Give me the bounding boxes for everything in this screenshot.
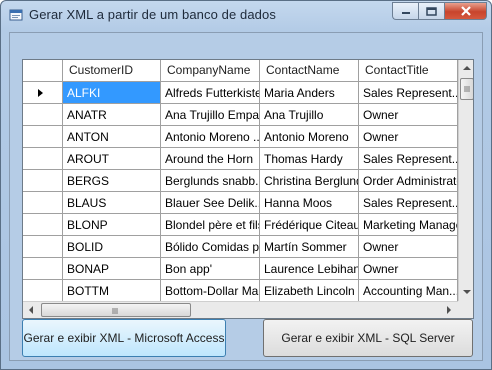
cell-customerid[interactable]: ALFKI — [63, 82, 161, 104]
cell-contactname[interactable]: Hanna Moos — [260, 192, 359, 214]
cell-companyname[interactable]: Ana Trujillo Empa... — [161, 104, 260, 126]
cell-contactname[interactable]: Thomas Hardy — [260, 148, 359, 170]
close-icon — [460, 6, 471, 16]
column-header-contacttitle[interactable]: ContactTitle — [359, 60, 458, 82]
cell-customerid[interactable]: ANTON — [63, 126, 161, 148]
cell-customerid[interactable]: BOLID — [63, 236, 161, 258]
cell-contactname[interactable]: Christina Berglund — [260, 170, 359, 192]
cell-companyname[interactable]: Around the Horn — [161, 148, 260, 170]
grid-corner-header[interactable] — [23, 60, 63, 82]
app-icon — [9, 9, 23, 21]
row-header[interactable] — [23, 280, 63, 302]
cell-companyname[interactable]: Bólido Comidas p... — [161, 236, 260, 258]
cell-contactname[interactable]: Laurence Lebihan — [260, 258, 359, 280]
row-header[interactable] — [23, 104, 63, 126]
scroll-up-arrow-icon — [463, 66, 471, 70]
cell-contacttitle[interactable]: Order Administrator — [359, 170, 458, 192]
cell-companyname[interactable]: Alfreds Futterkiste — [161, 82, 260, 104]
client-area: CustomerID CompanyName ContactName Conta… — [9, 32, 483, 361]
row-header[interactable] — [23, 258, 63, 280]
customers-datagrid[interactable]: CustomerID CompanyName ContactName Conta… — [22, 59, 474, 319]
grip-icon — [464, 86, 470, 92]
app-window: Gerar XML a partir de um banco de dados … — [0, 0, 492, 370]
cell-companyname[interactable]: Berglunds snabb... — [161, 170, 260, 192]
vertical-scroll-thumb[interactable] — [460, 78, 473, 100]
cell-contacttitle[interactable]: Accounting Man... — [359, 280, 458, 302]
cell-customerid[interactable]: BONAP — [63, 258, 161, 280]
row-header[interactable] — [23, 126, 63, 148]
cell-contacttitle[interactable]: Owner — [359, 104, 458, 126]
cell-companyname[interactable]: Bottom-Dollar Ma... — [161, 280, 260, 302]
row-header[interactable] — [23, 192, 63, 214]
scroll-right-arrow-icon — [447, 306, 451, 314]
horizontal-scrollbar[interactable] — [23, 301, 458, 318]
caption-buttons — [392, 2, 487, 20]
cell-companyname[interactable]: Blauer See Delik... — [161, 192, 260, 214]
cell-contactname[interactable]: Frédérique Citeaux — [260, 214, 359, 236]
grip-icon — [112, 308, 118, 314]
cell-contactname[interactable]: Maria Anders — [260, 82, 359, 104]
cell-companyname[interactable]: Antonio Moreno ... — [161, 126, 260, 148]
column-header-contactname[interactable]: ContactName — [260, 60, 359, 82]
cell-contacttitle[interactable]: Owner — [359, 258, 458, 280]
cell-customerid[interactable]: BOTTM — [63, 280, 161, 302]
row-header[interactable] — [23, 170, 63, 192]
scroll-left-button[interactable] — [23, 302, 39, 318]
row-header[interactable] — [23, 214, 63, 236]
title-bar[interactable]: Gerar XML a partir de um banco de dados — [1, 1, 491, 31]
maximize-icon — [426, 6, 437, 16]
cell-contactname[interactable]: Antonio Moreno — [260, 126, 359, 148]
vertical-scrollbar[interactable] — [458, 60, 473, 301]
scroll-left-arrow-icon — [29, 306, 33, 314]
cell-customerid[interactable]: ANATR — [63, 104, 161, 126]
cell-customerid[interactable]: BLAUS — [63, 192, 161, 214]
cell-contacttitle[interactable]: Sales Represent... — [359, 192, 458, 214]
window-title: Gerar XML a partir de um banco de dados — [29, 7, 276, 22]
cell-contacttitle[interactable]: Marketing Manager — [359, 214, 458, 236]
current-row-arrow-icon — [38, 89, 43, 97]
minimize-button[interactable] — [392, 2, 418, 20]
generate-xml-access-button[interactable]: Gerar e exibir XML - Microsoft Access — [22, 319, 226, 357]
scroll-down-arrow-icon — [463, 290, 471, 294]
cell-contacttitle[interactable]: Owner — [359, 126, 458, 148]
generate-xml-sqlserver-button[interactable]: Gerar e exibir XML - SQL Server — [263, 319, 473, 357]
cell-customerid[interactable]: AROUT — [63, 148, 161, 170]
cell-customerid[interactable]: BERGS — [63, 170, 161, 192]
cell-customerid[interactable]: BLONP — [63, 214, 161, 236]
cell-contacttitle[interactable]: Sales Represent... — [359, 148, 458, 170]
row-header-current[interactable] — [23, 82, 63, 104]
maximize-button[interactable] — [418, 2, 444, 20]
cell-contacttitle[interactable]: Sales Represent... — [359, 82, 458, 104]
scroll-down-button[interactable] — [459, 284, 473, 300]
horizontal-scroll-thumb[interactable] — [41, 303, 191, 317]
scroll-up-button[interactable] — [459, 60, 473, 76]
column-header-customerid[interactable]: CustomerID — [63, 60, 161, 82]
column-header-companyname[interactable]: CompanyName — [161, 60, 260, 82]
scroll-right-button[interactable] — [441, 302, 457, 318]
scrollbar-corner — [458, 301, 473, 318]
cell-contactname[interactable]: Elizabeth Lincoln — [260, 280, 359, 302]
cell-contactname[interactable]: Ana Trujillo — [260, 104, 359, 126]
cell-companyname[interactable]: Bon app' — [161, 258, 260, 280]
row-header[interactable] — [23, 148, 63, 170]
close-button[interactable] — [444, 2, 487, 20]
cell-companyname[interactable]: Blondel père et fils — [161, 214, 260, 236]
cell-contacttitle[interactable]: Owner — [359, 236, 458, 258]
minimize-icon — [401, 12, 410, 14]
row-header[interactable] — [23, 236, 63, 258]
cell-contactname[interactable]: Martín Sommer — [260, 236, 359, 258]
